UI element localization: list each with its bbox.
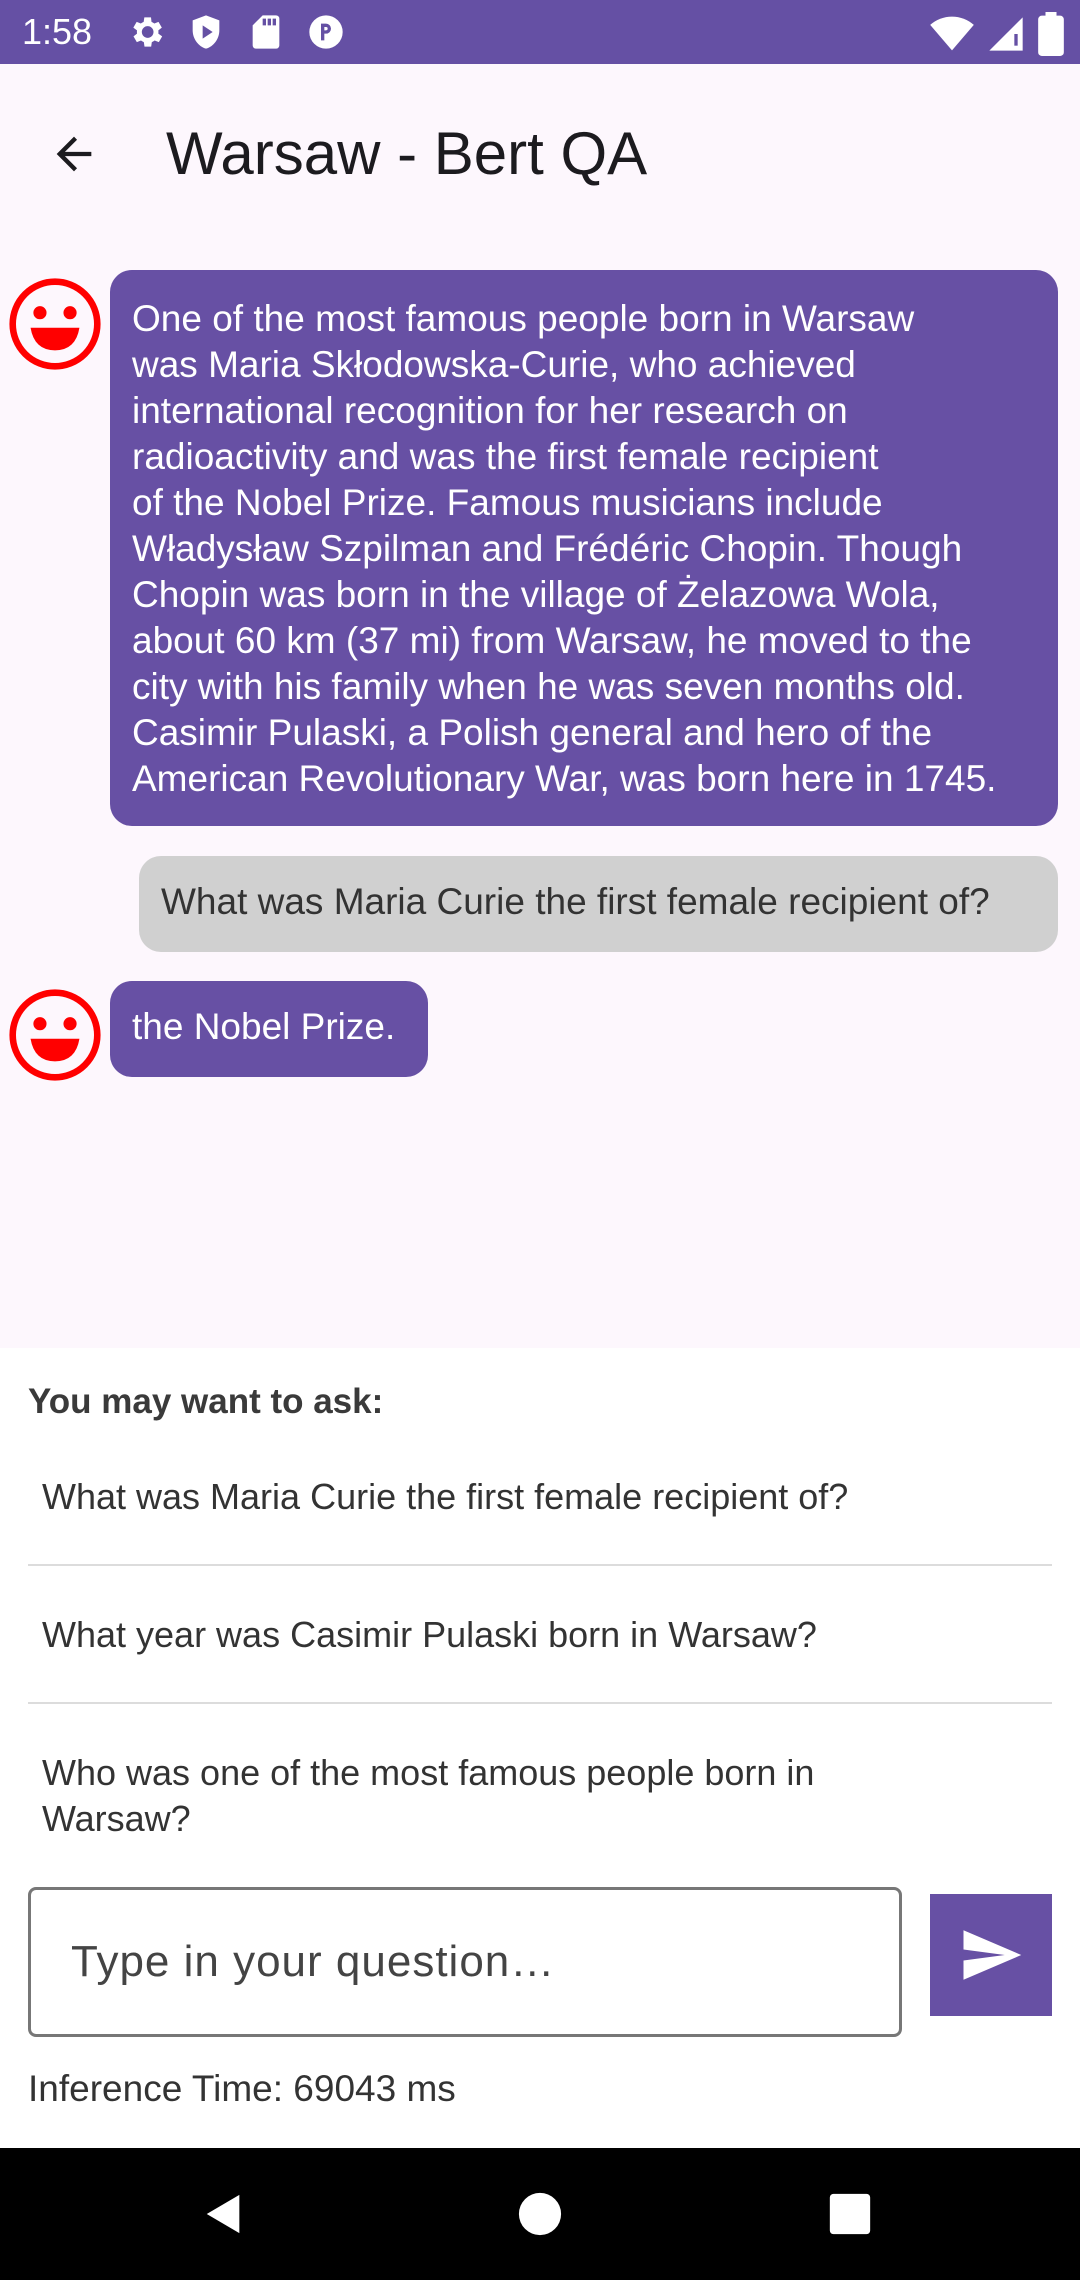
message-line: Casimir Pulaski, a Polish general and he… bbox=[132, 712, 933, 753]
gear-icon bbox=[133, 17, 163, 47]
battery-icon bbox=[1038, 12, 1064, 56]
nav-recents-icon bbox=[829, 2193, 871, 2235]
bot-message-bubble: the Nobel Prize. bbox=[110, 981, 428, 1077]
page-title: Warsaw - Bert QA bbox=[166, 120, 648, 187]
message-line: Władysław Szpilman and Frédéric Chopin. … bbox=[132, 528, 963, 569]
suggestion-item[interactable]: What year was Casimir Pulaski born in Wa… bbox=[28, 1612, 1052, 1658]
divider bbox=[28, 1702, 1052, 1704]
nav-back-button[interactable] bbox=[194, 2184, 254, 2244]
status-icons-left bbox=[126, 12, 346, 52]
suggestions-header: You may want to ask: bbox=[28, 1382, 384, 1421]
vpn-key-icon bbox=[309, 15, 343, 49]
divider bbox=[28, 1564, 1052, 1566]
message-line: international recognition for her resear… bbox=[132, 390, 848, 431]
bot-message-bubble: One of the most famous people born in Wa… bbox=[110, 270, 1058, 826]
signal-icon bbox=[989, 17, 1023, 51]
back-button[interactable] bbox=[36, 116, 112, 192]
message-text: What was Maria Curie the first female re… bbox=[161, 881, 990, 922]
message-line: of the Nobel Prize. Famous musicians inc… bbox=[132, 482, 883, 523]
status-time: 1:58 bbox=[22, 11, 93, 52]
inference-time: Inference Time: 69043 ms bbox=[28, 2068, 456, 2109]
status-icons-right bbox=[930, 12, 1064, 56]
suggestion-item[interactable]: What was Maria Curie the first female re… bbox=[28, 1474, 1052, 1520]
message-line: was Maria Skłodowska-Curie, who achieved bbox=[132, 344, 856, 385]
wifi-icon bbox=[930, 16, 974, 51]
message-text: the Nobel Prize. bbox=[132, 1006, 396, 1047]
message-line: One of the most famous people born in Wa… bbox=[132, 298, 915, 339]
message-line: about 60 km (37 mi) from Warsaw, he move… bbox=[132, 620, 972, 661]
navigation-bar bbox=[0, 2148, 1080, 2280]
send-icon bbox=[963, 1930, 1022, 1980]
suggestion-item[interactable]: Who was one of the most famous people bo… bbox=[28, 1750, 928, 1842]
user-message-bubble: What was Maria Curie the first female re… bbox=[139, 856, 1058, 952]
status-bar: 1:58 bbox=[0, 0, 1080, 64]
shield-play-icon bbox=[192, 15, 220, 49]
app-bar: Warsaw - Bert QA bbox=[0, 64, 1080, 244]
arrow-back-icon bbox=[56, 136, 92, 172]
message-line: American Revolutionary War, was born her… bbox=[132, 758, 997, 799]
smiley-face-icon bbox=[9, 278, 101, 370]
nav-recents-button[interactable] bbox=[820, 2184, 880, 2244]
message-line: Chopin was born in the village of Żelazo… bbox=[132, 574, 940, 615]
nav-home-icon bbox=[518, 2192, 562, 2236]
send-button[interactable] bbox=[930, 1894, 1052, 2016]
message-line: city with his family when he was seven m… bbox=[132, 666, 965, 707]
question-input[interactable] bbox=[28, 1887, 902, 2037]
smiley-face-icon bbox=[9, 989, 101, 1081]
sd-card-icon bbox=[252, 15, 280, 49]
nav-home-button[interactable] bbox=[510, 2184, 570, 2244]
message-line: radioactivity and was the first female r… bbox=[132, 436, 879, 477]
nav-back-icon bbox=[206, 2194, 240, 2234]
